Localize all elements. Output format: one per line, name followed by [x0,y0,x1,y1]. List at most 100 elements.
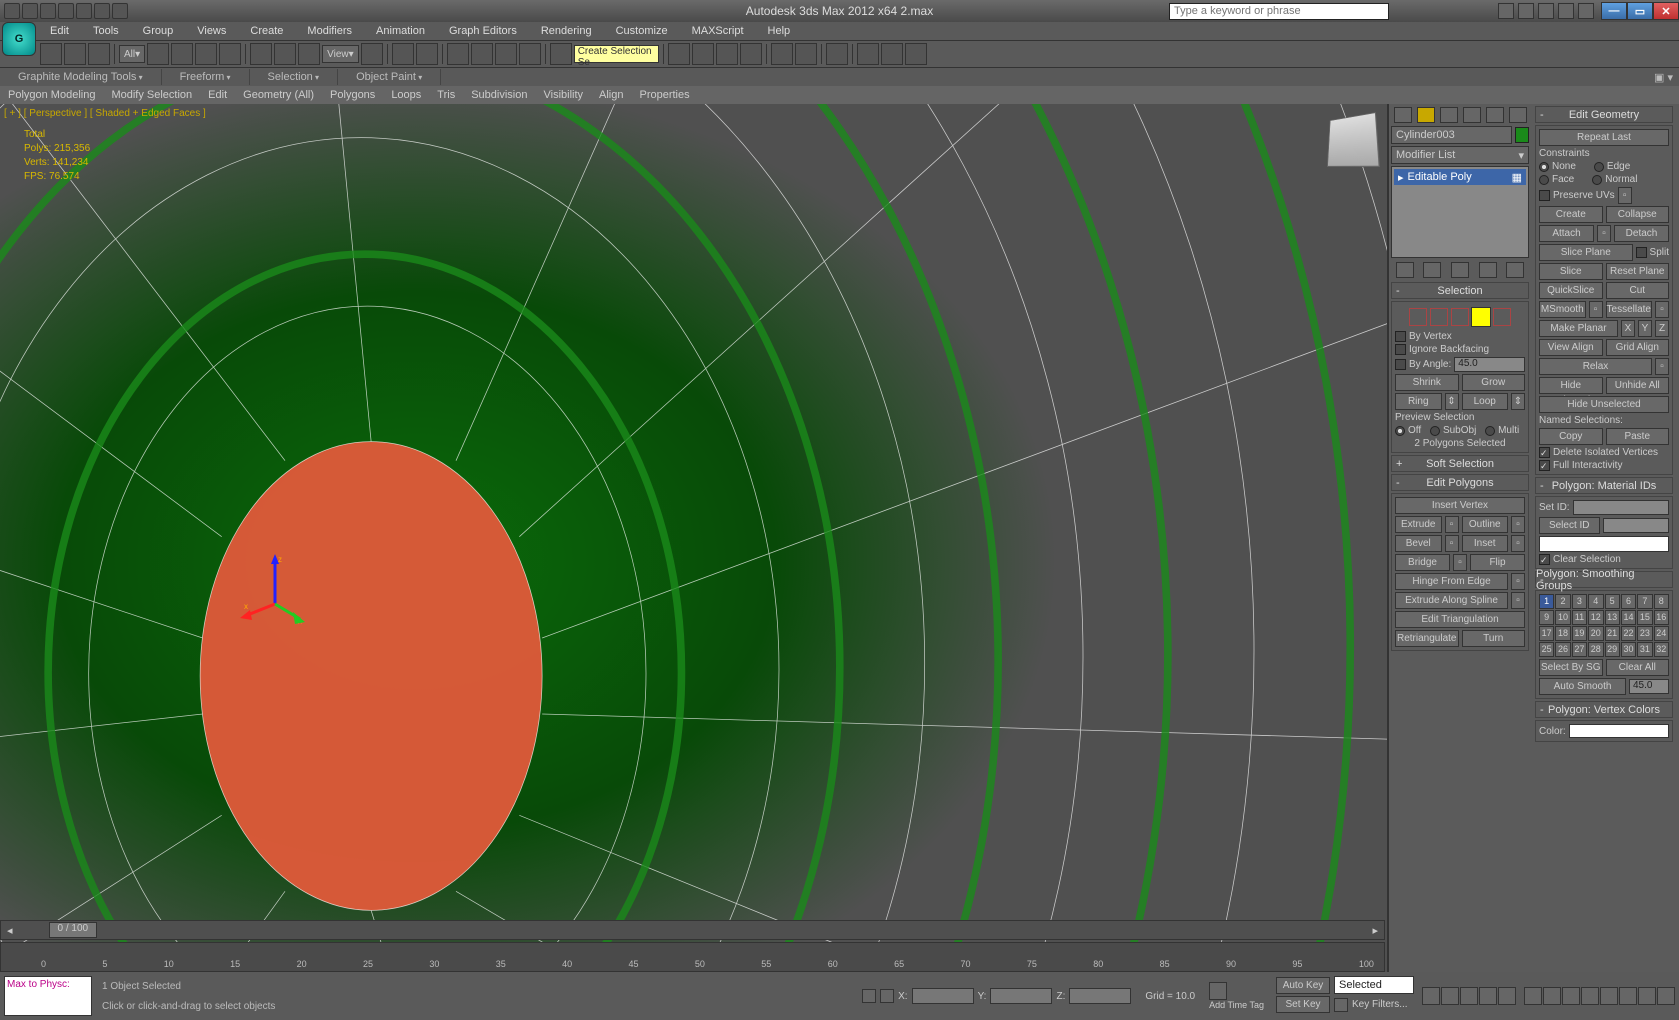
rib-tris[interactable]: Tris [429,87,463,103]
selection-filter-dropdown[interactable]: All ▾ [119,45,145,63]
slice-plane-button[interactable]: Slice Plane [1539,244,1633,261]
setkey-button[interactable]: Set Key [1276,996,1330,1013]
bridge-settings-icon[interactable]: ▫ [1453,554,1467,571]
qat-btn[interactable] [58,3,74,19]
tessellate-button[interactable]: Tessellate [1606,301,1653,318]
quickslice-button[interactable]: QuickSlice [1539,282,1603,299]
menu-animation[interactable]: Animation [364,23,437,39]
preview-off-radio[interactable] [1395,426,1405,436]
constraint-edge-radio[interactable] [1594,162,1604,172]
menu-help[interactable]: Help [756,23,803,39]
msmooth-settings-icon[interactable]: ▫ [1589,301,1603,318]
attach-button[interactable]: Attach [1539,225,1594,242]
close-button[interactable]: ✕ [1653,2,1679,20]
transform-gizmo[interactable]: zxy [240,554,310,624]
extrude-spline-settings-icon[interactable]: ▫ [1511,592,1525,609]
constraint-normal-radio[interactable] [1592,175,1602,185]
menu-group[interactable]: Group [131,23,186,39]
rollout-editgeo-header[interactable]: -Edit Geometry [1535,106,1673,123]
ignore-backfacing-checkbox[interactable] [1395,344,1406,355]
slice-button[interactable]: Slice [1539,263,1603,280]
insert-vertex-button[interactable]: Insert Vertex [1395,497,1525,514]
paste-named-button[interactable]: Paste [1606,428,1670,445]
lock-icon[interactable] [862,989,876,1003]
preview-subobj-radio[interactable] [1430,426,1440,436]
render-setup-icon[interactable] [857,43,879,65]
maximize-viewport-icon[interactable] [1657,987,1675,1005]
display-tab-icon[interactable] [1486,107,1504,123]
star-icon[interactable] [1558,3,1574,19]
ribbon-collapse-icon[interactable]: ▣ ▾ [1648,71,1679,84]
sg-8[interactable]: 8 [1654,594,1669,609]
rib-polymodel[interactable]: Polygon Modeling [0,87,103,103]
abs-rel-icon[interactable] [880,989,894,1003]
bridge-button[interactable]: Bridge [1395,554,1450,571]
by-angle-spinner[interactable]: 45.0 [1454,357,1525,372]
align-icon[interactable] [692,43,714,65]
pivot-icon[interactable] [361,43,383,65]
rib-modsel[interactable]: Modify Selection [103,87,200,103]
reset-plane-button[interactable]: Reset Plane [1606,263,1670,280]
modifier-list-dropdown[interactable]: Modifier List▾ [1391,146,1529,164]
goto-start-icon[interactable] [1422,987,1440,1005]
select-id-spinner[interactable] [1603,518,1670,533]
hide-unselected-button[interactable]: Hide Unselected [1539,396,1669,413]
copy-named-button[interactable]: Copy [1539,428,1603,445]
viewport[interactable]: [ + ] [ Perspective ] [ Shaded + Edged F… [0,104,1389,1020]
viewport-label[interactable]: [ + ] [ Perspective ] [ Shaded + Edged F… [4,108,206,119]
sg-20[interactable]: 20 [1588,626,1603,641]
object-name-field[interactable]: Cylinder003 [1391,126,1512,144]
sg-25[interactable]: 25 [1539,642,1554,657]
z-field[interactable] [1069,988,1131,1004]
rotate-icon[interactable] [274,43,296,65]
hinge-settings-icon[interactable]: ▫ [1511,573,1525,590]
collapse-button[interactable]: Collapse [1606,206,1670,223]
sg-2[interactable]: 2 [1555,594,1570,609]
move-icon[interactable] [250,43,272,65]
delete-isolated-checkbox[interactable] [1539,447,1550,458]
utilities-tab-icon[interactable] [1509,107,1527,123]
extrude-button[interactable]: Extrude [1395,516,1442,533]
material-editor-icon[interactable] [826,43,848,65]
menu-grapheditors[interactable]: Graph Editors [437,23,529,39]
time-slider-handle[interactable]: 0 / 100 [49,922,98,938]
help-search-input[interactable] [1169,3,1389,20]
hierarchy-tab-icon[interactable] [1440,107,1458,123]
configure-sets-icon[interactable] [1506,262,1524,278]
infocenter-icon[interactable] [1498,3,1514,19]
qat-btn[interactable] [22,3,38,19]
time-slider-left-icon[interactable]: ◂ [1,924,19,937]
maximize-button[interactable]: ▭ [1627,2,1653,20]
pin-stack-icon[interactable] [1396,262,1414,278]
planar-z-button[interactable]: Z [1655,320,1669,337]
time-slider-right-icon[interactable]: ▸ [1366,924,1384,937]
menu-views[interactable]: Views [185,23,238,39]
modifier-stack[interactable]: ▸Editable Poly▦ [1391,166,1529,258]
qat-btn[interactable] [94,3,110,19]
sg-4[interactable]: 4 [1588,594,1603,609]
schematic-icon[interactable] [795,43,817,65]
ring-button[interactable]: Ring [1395,393,1442,410]
rollout-vcolor-header[interactable]: -Polygon: Vertex Colors [1535,701,1673,718]
sg-31[interactable]: 31 [1637,642,1652,657]
sg-11[interactable]: 11 [1572,610,1587,625]
key-icon[interactable] [1538,3,1554,19]
object-color-swatch[interactable] [1515,127,1529,143]
key-mode-icon[interactable] [1209,982,1227,1000]
ribbon-icon[interactable] [740,43,762,65]
sg-9[interactable]: 9 [1539,610,1554,625]
sg-23[interactable]: 23 [1637,626,1652,641]
key-icon[interactable] [1334,998,1348,1012]
sg-1[interactable]: 1 [1539,594,1554,609]
fov-icon[interactable] [1600,987,1618,1005]
relax-button[interactable]: Relax [1539,358,1652,375]
app-logo-button[interactable]: G [2,22,36,56]
msmooth-button[interactable]: MSmooth [1539,301,1586,318]
outline-settings-icon[interactable]: ▫ [1511,516,1525,533]
ribbon-tab-graphite[interactable]: Graphite Modeling Tools [0,69,162,85]
modify-tab-icon[interactable] [1417,107,1435,123]
retriangulate-button[interactable]: Retriangulate [1395,630,1459,647]
sg-28[interactable]: 28 [1588,642,1603,657]
sg-13[interactable]: 13 [1605,610,1620,625]
sg-17[interactable]: 17 [1539,626,1554,641]
